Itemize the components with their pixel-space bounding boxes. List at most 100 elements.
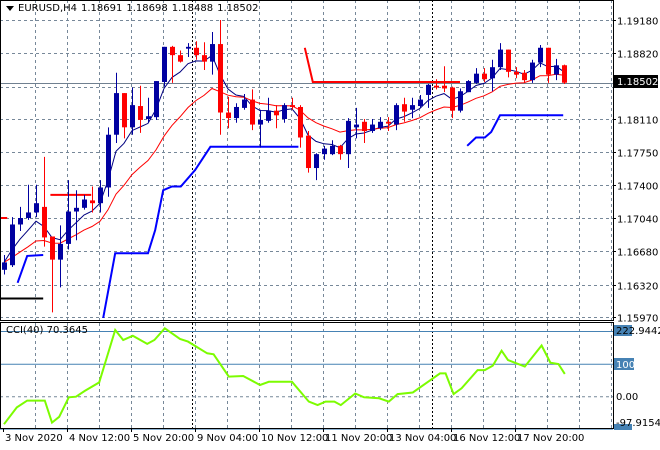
bullish-candle [490, 59, 495, 92]
bearish-candle [202, 42, 207, 70]
price-tick-label: 1.17400 [617, 182, 658, 193]
bullish-candle [162, 46, 167, 87]
bullish-candle [418, 94, 423, 108]
candle-body [362, 121, 367, 132]
bullish-candle [186, 43, 191, 58]
candle-body [162, 46, 167, 82]
candle-body [2, 262, 7, 270]
candle-body [18, 218, 23, 225]
bullish-candle [530, 59, 535, 83]
bullish-candle [330, 140, 335, 156]
candle-body [90, 200, 95, 204]
bearish-candle [306, 131, 311, 173]
candle-body [210, 44, 215, 62]
bearish-candle [514, 67, 519, 79]
cci-value: 70.3645 [46, 325, 88, 336]
bearish-candle [290, 97, 295, 110]
candle-body [346, 120, 351, 155]
candle-body [378, 121, 383, 129]
resistance-line [303, 47, 460, 83]
cci-line [3, 326, 566, 425]
bearish-candle [170, 45, 175, 83]
bearish-candle [250, 89, 255, 131]
candle-body [34, 203, 39, 213]
bullish-candle [410, 97, 415, 119]
bearish-candle [226, 96, 231, 129]
candle-body [42, 206, 47, 238]
candle-body [538, 47, 543, 63]
candle-body [242, 99, 247, 108]
candle-body [154, 81, 159, 118]
bullish-candle [394, 103, 399, 131]
candle-body [250, 99, 255, 125]
bullish-candle [26, 184, 31, 220]
time-tick-label: 4 Nov 12:00 [69, 433, 130, 444]
candle-body [426, 84, 431, 95]
candle-body [514, 71, 519, 75]
bearish-candle [50, 236, 55, 313]
bullish-candle [258, 109, 263, 148]
symbol-label: EURUSD,H4 [18, 3, 78, 14]
bullish-candle [322, 145, 327, 160]
bullish-candle [58, 225, 63, 288]
fast-ma-line [3, 54, 565, 263]
candle-body [274, 110, 279, 116]
bullish-candle [314, 153, 319, 181]
candle-body [50, 236, 55, 260]
candle-body [442, 85, 447, 89]
chart-canvas[interactable]: 1.19180 1.18820 1.18110 1.17750 1.17400 1.170… [0, 0, 660, 450]
bearish-candle [274, 105, 279, 129]
candle-body [122, 93, 127, 128]
bearish-candle [482, 68, 487, 82]
candle-body [474, 73, 479, 83]
current-price-tag: 1.18502 [614, 75, 658, 88]
bullish-candle [18, 206, 23, 231]
bearish-candle [178, 50, 183, 63]
close-value: 1.18502 [217, 3, 259, 14]
bullish-candle [346, 118, 351, 169]
current-price-label: 1.18502 [617, 77, 658, 88]
low-value: 1.18488 [171, 3, 214, 14]
bearish-candle [450, 86, 455, 119]
candle-body [554, 65, 559, 75]
candle-body [114, 93, 119, 135]
high-value: 1.18698 [126, 3, 168, 14]
time-tick-label: 17 Nov 20:00 [517, 433, 584, 444]
bearish-candle [562, 64, 567, 85]
candle-body [306, 135, 311, 169]
candle-body [298, 106, 303, 138]
indicator-lines [0, 47, 613, 319]
support-line [16, 254, 44, 284]
cci-panel [0, 325, 634, 430]
bullish-candle [10, 217, 15, 268]
candle-body [458, 91, 463, 111]
candle-body [106, 134, 111, 188]
time-tick-label: 9 Nov 04:00 [197, 433, 258, 444]
candles [2, 20, 567, 313]
candle-body [314, 154, 319, 169]
candle-body [282, 105, 287, 119]
candle-body [522, 72, 527, 81]
cci-header: CCI(40) 70.3645 [6, 325, 88, 336]
bullish-candle [426, 83, 431, 108]
bearish-candle [442, 66, 447, 93]
bearish-candle [122, 93, 127, 139]
candle-body [410, 105, 415, 110]
bullish-candle [66, 180, 71, 250]
candle-body [66, 211, 71, 244]
bearish-candle [546, 47, 551, 83]
candle-body [322, 148, 327, 155]
candle-body [394, 105, 399, 125]
candle-body [74, 207, 79, 212]
candle-body [266, 110, 271, 121]
bullish-candle [466, 80, 471, 93]
dropdown-triangle-icon[interactable] [6, 5, 14, 11]
bullish-candle [74, 190, 79, 241]
bullish-candle [34, 184, 39, 218]
candle-body [138, 106, 143, 120]
price-tick-label: 1.18110 [617, 116, 658, 127]
bullish-candle [498, 43, 503, 70]
candle-body [482, 73, 487, 80]
candle-body [386, 121, 391, 124]
candle-body [226, 112, 231, 119]
